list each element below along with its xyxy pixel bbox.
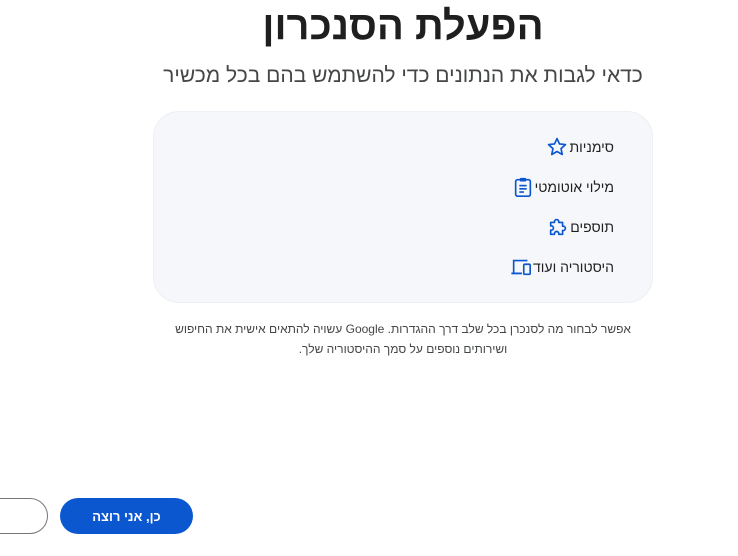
sync-item-label: מילוי אוטומטי	[534, 179, 614, 195]
sync-disclaimer: אפשר לבחור מה לסנכרן בכל שלב דרך ההגדרות…	[160, 319, 646, 359]
sync-item-autofill: מילוי אוטומטי	[511, 174, 628, 200]
sync-item-label: סימניות	[569, 139, 614, 155]
devices-icon	[509, 255, 533, 279]
sync-item-history: היסטוריה ועוד	[509, 254, 628, 280]
sync-items-card: סימניות מילוי אוטומטי תוספים היסטוריה וע…	[153, 111, 653, 303]
sync-item-extensions: תוספים	[546, 214, 628, 240]
puzzle-extension-icon	[546, 215, 570, 239]
star-icon	[545, 135, 569, 159]
clipboard-icon	[511, 175, 535, 199]
disclaimer-line-2: ושירותים נוספים על סמך ההיסטוריה שלך.	[298, 342, 508, 356]
sync-item-bookmarks: סימניות	[545, 134, 628, 160]
sync-dialog-page: הפעלת הסנכרון כדאי לגבות את הנתונים כדי …	[0, 0, 738, 556]
disclaimer-line-1: אפשר לבחור מה לסנכרן בכל שלב דרך ההגדרות…	[175, 322, 631, 336]
page-subtitle: כדאי לגבות את הנתונים כדי להשתמש בהם בכל…	[163, 64, 643, 87]
sync-item-label: היסטוריה ועוד	[533, 259, 614, 275]
confirm-sync-button[interactable]: כן, אני רוצה	[60, 498, 193, 534]
confirm-button-label: כן, אני רוצה	[92, 508, 161, 524]
sync-item-label: תוספים	[570, 219, 614, 235]
page-title: הפעלת הסנכרון	[262, 4, 544, 48]
decline-button[interactable]: ל	[0, 498, 48, 534]
